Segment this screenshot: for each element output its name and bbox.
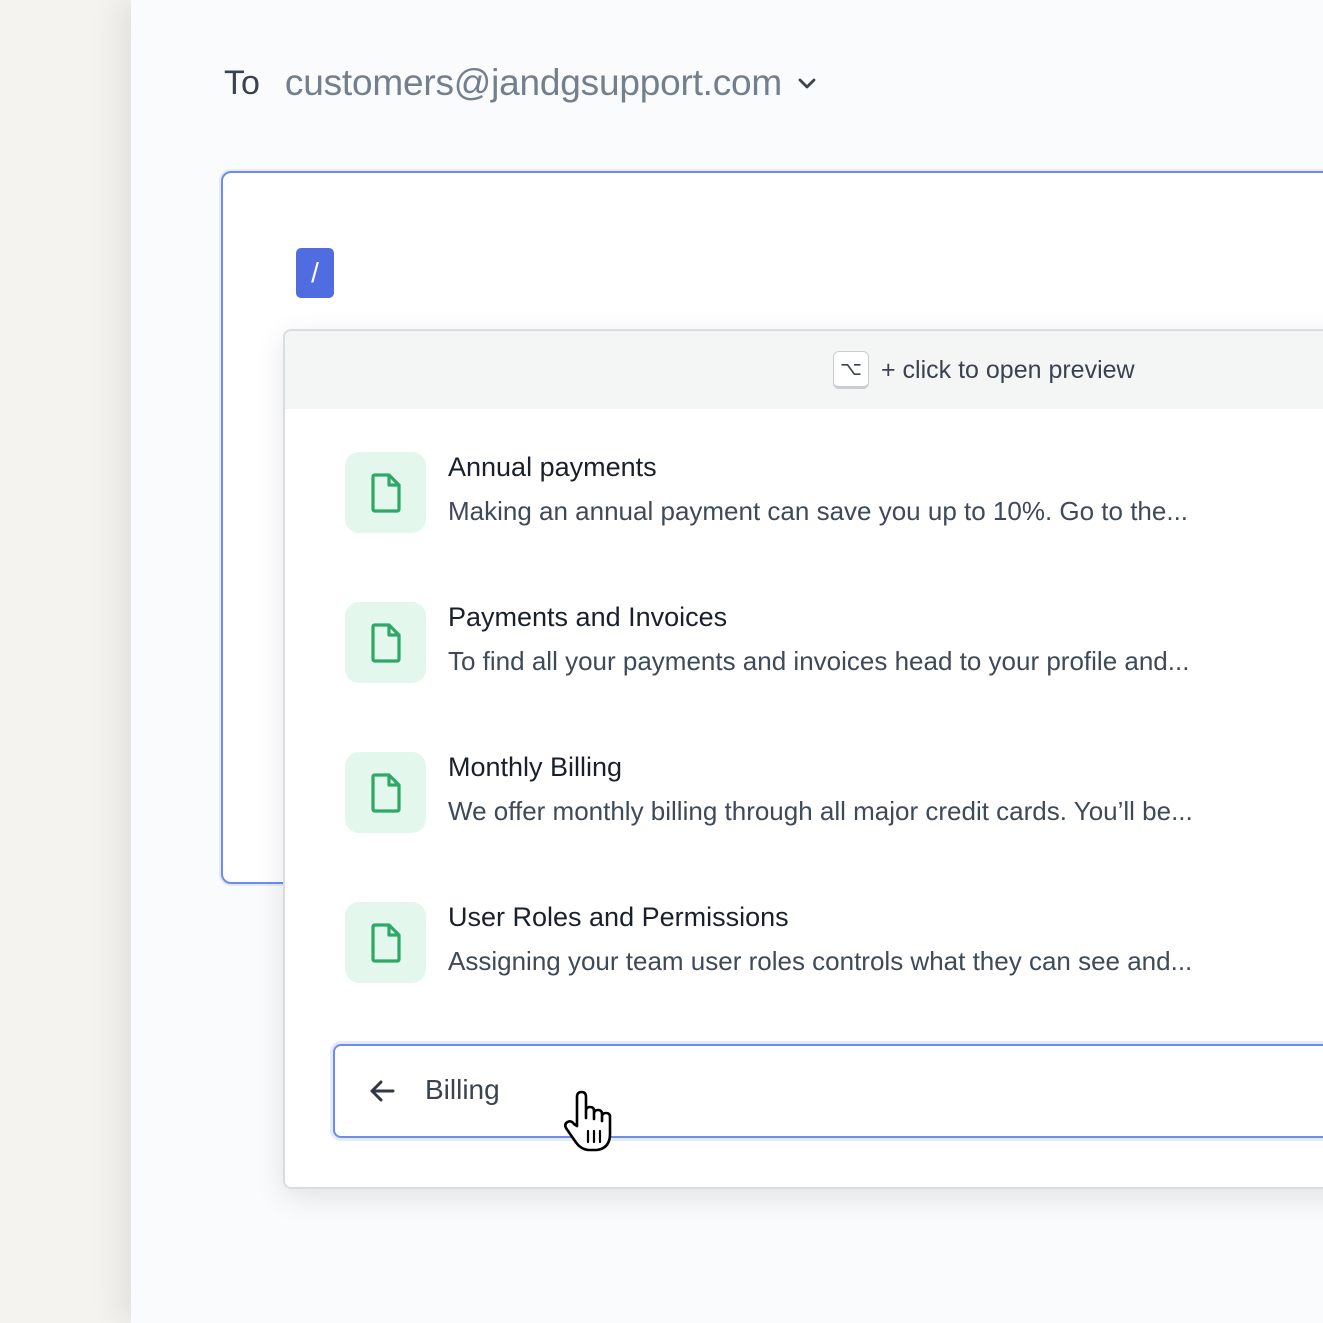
document-icon bbox=[345, 752, 426, 833]
recipient-row: To customers@jandgsupport.com bbox=[224, 58, 818, 108]
result-description: Making an annual payment can save you up… bbox=[448, 496, 1189, 526]
article-search-input[interactable]: Billing bbox=[333, 1044, 1323, 1138]
result-item-user-roles-and-permissions[interactable]: User Roles and Permissions Assigning you… bbox=[345, 902, 1323, 986]
chevron-down-icon[interactable] bbox=[796, 72, 818, 94]
article-suggestions-popup: ⌥ + click to open preview Annual payment… bbox=[283, 329, 1323, 1189]
option-key-icon: ⌥ bbox=[833, 351, 869, 389]
document-icon bbox=[345, 902, 426, 983]
preview-hint-text: + click to open preview bbox=[881, 355, 1135, 384]
result-title: Payments and Invoices bbox=[448, 602, 728, 632]
slash-command-chip: / bbox=[296, 248, 334, 298]
search-query: Billing bbox=[425, 1074, 500, 1105]
result-title: Annual payments bbox=[448, 452, 657, 482]
document-icon bbox=[345, 452, 426, 533]
result-title: Monthly Billing bbox=[448, 752, 623, 782]
to-label: To bbox=[224, 63, 260, 102]
result-item-monthly-billing[interactable]: Monthly Billing We offer monthly billing… bbox=[345, 752, 1323, 836]
preview-hint: ⌥ + click to open preview bbox=[285, 331, 1323, 409]
document-icon bbox=[345, 602, 426, 683]
recipient-address[interactable]: customers@jandgsupport.com bbox=[285, 62, 782, 104]
arrow-left-icon[interactable] bbox=[369, 1078, 395, 1104]
result-description: We offer monthly billing through all maj… bbox=[448, 796, 1193, 826]
result-description: To find all your payments and invoices h… bbox=[448, 646, 1190, 676]
result-item-payments-and-invoices[interactable]: Payments and Invoices To find all your p… bbox=[345, 602, 1323, 686]
result-title: User Roles and Permissions bbox=[448, 902, 789, 932]
result-description: Assigning your team user roles controls … bbox=[448, 946, 1193, 976]
result-item-annual-payments[interactable]: Annual payments Making an annual payment… bbox=[345, 452, 1323, 536]
